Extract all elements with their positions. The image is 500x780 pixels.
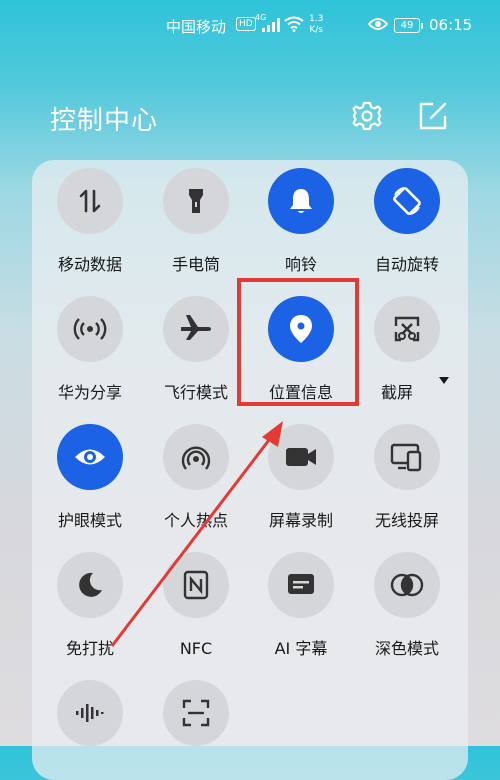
- tile-screenshot[interactable]: 截屏: [357, 296, 457, 403]
- speed-unit: K/s: [309, 25, 323, 35]
- network-speed: 1.3 K/s: [309, 14, 323, 36]
- tile-button[interactable]: [57, 424, 123, 490]
- tile-button[interactable]: [57, 168, 123, 234]
- do-not-disturb-icon: [79, 572, 102, 597]
- tile-label: 免打扰: [65, 639, 114, 658]
- tile-huawei-share[interactable]: 华为分享: [40, 296, 140, 403]
- edit-button[interactable]: [414, 97, 452, 135]
- tile-label: 护眼模式: [57, 511, 122, 530]
- bell-icon: [290, 189, 312, 213]
- tile-label: 截屏: [380, 383, 413, 402]
- eye-comfort-status-icon: [367, 17, 389, 35]
- tile-button[interactable]: [374, 552, 440, 618]
- settings-button[interactable]: [348, 97, 386, 135]
- tile-button[interactable]: [268, 424, 334, 490]
- tile-button[interactable]: [163, 680, 229, 746]
- tile-label: 响铃: [284, 255, 317, 274]
- tile-button[interactable]: [163, 168, 229, 234]
- hotspot-icon: [181, 446, 211, 470]
- tile-button[interactable]: [57, 680, 123, 746]
- tile-label: 移动数据: [57, 255, 122, 274]
- tile-eye-comfort[interactable]: 护眼模式: [40, 424, 140, 531]
- highlight-box: [237, 278, 359, 406]
- flashlight-icon: [189, 189, 203, 213]
- tile-button[interactable]: [268, 552, 334, 618]
- battery-indicator: 49: [394, 18, 423, 33]
- tile-do-not-disturb[interactable]: 免打扰: [40, 552, 140, 659]
- tile-ring[interactable]: 响铃: [251, 168, 351, 275]
- tile-button[interactable]: [163, 552, 229, 618]
- auto-rotate-icon: [393, 187, 421, 215]
- tile-ai-subtitles[interactable]: AI 字幕: [251, 552, 351, 659]
- tile-button[interactable]: [57, 552, 123, 618]
- tile-scan[interactable]: [146, 680, 246, 767]
- tile-label: 自动旋转: [374, 255, 439, 274]
- tile-label: 无线投屏: [374, 511, 439, 530]
- nfc-icon: [183, 570, 209, 600]
- tile-label: 屏幕录制: [268, 511, 333, 530]
- tile-nfc[interactable]: NFC: [146, 552, 246, 659]
- tile-button[interactable]: [374, 296, 440, 362]
- tile-flashlight[interactable]: 手电筒: [146, 168, 246, 275]
- screenshot-icon: [394, 316, 420, 342]
- carrier-name: 中国移动: [166, 18, 227, 36]
- tile-wireless-projection[interactable]: 无线投屏: [357, 424, 457, 531]
- tile-label: 华为分享: [57, 383, 122, 402]
- huawei-share-icon: [73, 318, 107, 340]
- screen-record-icon: [286, 448, 316, 466]
- ai-subtitles-icon: [288, 574, 314, 594]
- edit-icon: [419, 102, 447, 130]
- gear-icon: [352, 101, 382, 131]
- mobile-data-icon: [79, 189, 101, 213]
- tile-dark-mode[interactable]: 深色模式: [357, 552, 457, 659]
- tile-sound-wave[interactable]: [40, 680, 140, 767]
- tile-label: NFC: [179, 639, 213, 658]
- sound-wave-icon: [76, 704, 104, 722]
- clock-time: 06:15: [429, 16, 473, 34]
- tile-button[interactable]: [163, 296, 229, 362]
- eye-comfort-icon: [75, 449, 105, 465]
- tile-mobile-data[interactable]: 移动数据: [40, 168, 140, 275]
- page-title: 控制中心: [50, 106, 159, 136]
- dark-mode-icon: [390, 573, 424, 597]
- tile-label: 深色模式: [374, 639, 439, 658]
- tile-label: 个人热点: [163, 511, 228, 530]
- tile-button[interactable]: [163, 424, 229, 490]
- tile-button[interactable]: [374, 424, 440, 490]
- tile-label: 手电筒: [171, 255, 220, 274]
- scan-icon: [182, 699, 210, 727]
- tile-label: AI 字幕: [274, 639, 328, 658]
- tile-screen-record[interactable]: 屏幕录制: [251, 424, 351, 531]
- tile-auto-rotate[interactable]: 自动旋转: [357, 168, 457, 275]
- wireless-projection-icon: [390, 443, 422, 472]
- tile-button[interactable]: [57, 296, 123, 362]
- tile-label: 飞行模式: [163, 383, 228, 402]
- tile-hotspot[interactable]: 个人热点: [146, 424, 246, 531]
- signal-icon: [262, 18, 280, 36]
- chevron-down-icon[interactable]: [439, 377, 449, 384]
- hd-badge: HD: [236, 17, 256, 31]
- tile-button[interactable]: [374, 168, 440, 234]
- tile-button[interactable]: [268, 168, 334, 234]
- wifi-icon: [284, 16, 304, 36]
- speed-value: 1.3: [309, 14, 324, 24]
- airplane-icon: [181, 315, 211, 340]
- status-bar: 中国移动 HD 4G 1.3 K/s 49 06:15: [0, 0, 500, 50]
- tile-airplane-mode[interactable]: 飞行模式: [146, 296, 246, 403]
